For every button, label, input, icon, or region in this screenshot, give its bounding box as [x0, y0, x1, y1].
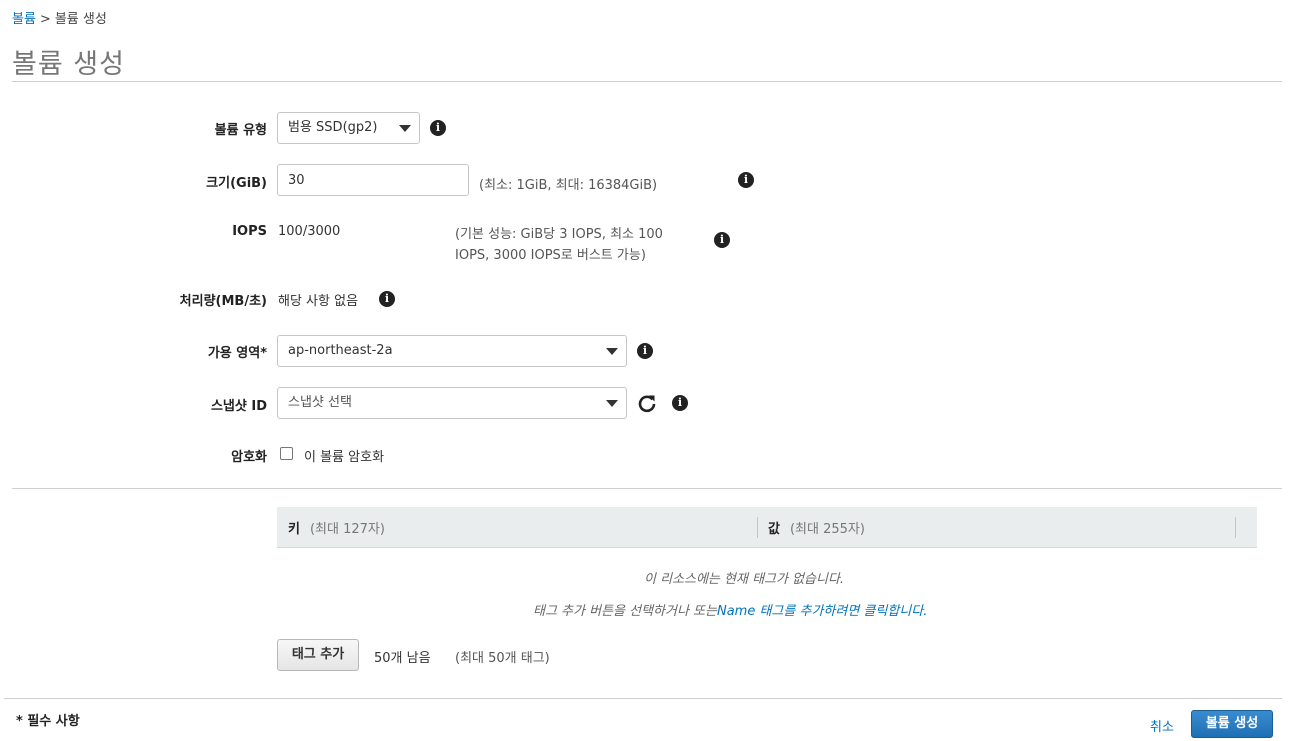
add-name-tag-link[interactable]: Name 태그를 추가하려면 클릭합니다. [717, 604, 927, 619]
iops-value: 100/3000 [278, 224, 341, 239]
encrypt-checkbox-label[interactable]: 이 볼륨 암호화 [304, 446, 384, 465]
size-hint: (최소: 1GiB, 최대: 16384GiB) [479, 178, 658, 193]
volume-type-select[interactable]: 범용 SSD(gp2) [277, 112, 420, 144]
tag-value-hint: (최대 255자) [789, 522, 865, 537]
tags-remaining: 50개 남음 [374, 651, 431, 666]
iops-hint-line1: (기본 성능: GiB당 3 IOPS, 최소 100 [455, 227, 663, 242]
tag-table-header: 키 (최대 127자) 값 (최대 255자) [277, 507, 1257, 548]
breadcrumb-volumes-link[interactable]: 볼륨 [12, 12, 36, 27]
cancel-button[interactable]: 취소 [1150, 716, 1174, 735]
snapshot-select[interactable]: 스냅샷 선택 [277, 387, 627, 419]
tag-value-title: 값 [768, 522, 780, 537]
encryption-label: 암호화 [231, 450, 267, 465]
info-icon[interactable]: i [738, 172, 754, 188]
tag-key-header: 키 (최대 127자) [288, 518, 385, 537]
chevron-down-icon [606, 400, 618, 407]
create-volume-button[interactable]: 볼륨 생성 [1191, 710, 1273, 738]
tags-empty-hint: 태그 추가 버튼을 선택하거나 또는Name 태그를 추가하려면 클릭합니다. [533, 600, 927, 619]
section-divider [12, 488, 1282, 489]
column-divider[interactable] [757, 517, 758, 538]
breadcrumb-current: 볼륨 생성 [54, 12, 107, 27]
tags-empty-message: 이 리소스에는 현재 태그가 없습니다. [644, 572, 845, 587]
size-label: 크기(GiB) [206, 176, 267, 191]
footer-divider [4, 698, 1282, 699]
info-icon[interactable]: i [379, 291, 395, 307]
snapshot-label: 스냅샷 ID [210, 399, 267, 414]
breadcrumb-separator: > [39, 12, 51, 27]
tags-empty-hint-text: 태그 추가 버튼을 선택하거나 또는 [533, 604, 717, 619]
iops-label: IOPS [232, 224, 267, 239]
availability-zone-value: ap-northeast-2a [288, 343, 393, 358]
availability-zone-label: 가용 영역* [207, 346, 267, 361]
snapshot-placeholder: 스냅샷 선택 [288, 395, 352, 410]
tags-max-hint: (최대 50개 태그) [455, 651, 550, 666]
encrypt-checkbox[interactable] [280, 447, 293, 460]
tag-key-hint: (최대 127자) [309, 522, 385, 537]
availability-zone-select[interactable]: ap-northeast-2a [277, 335, 627, 367]
volume-type-value: 범용 SSD(gp2) [288, 120, 378, 135]
add-tag-button[interactable]: 태그 추가 [277, 639, 359, 671]
chevron-down-icon [606, 348, 618, 355]
throughput-value: 해당 사항 없음 [278, 294, 359, 309]
tag-key-title: 키 [288, 522, 300, 537]
info-icon[interactable]: i [430, 120, 446, 136]
tag-value-header: 값 (최대 255자) [768, 518, 865, 537]
info-icon[interactable]: i [714, 232, 730, 248]
chevron-down-icon [399, 125, 411, 132]
page-title: 볼륨 생성 [12, 49, 125, 80]
breadcrumb: 볼륨 > 볼륨 생성 [12, 8, 107, 27]
column-divider[interactable] [1235, 517, 1236, 538]
info-icon[interactable]: i [637, 343, 653, 359]
info-icon[interactable]: i [672, 395, 688, 411]
refresh-icon[interactable] [637, 393, 657, 413]
volume-type-label: 볼륨 유형 [214, 123, 267, 138]
size-input[interactable] [277, 164, 469, 196]
title-divider [12, 81, 1282, 82]
iops-hint-line2: IOPS, 3000 IOPS로 버스트 가능) [455, 248, 646, 263]
throughput-label: 처리량(MB/초) [179, 294, 267, 309]
required-note: * 필수 사항 [16, 714, 80, 729]
